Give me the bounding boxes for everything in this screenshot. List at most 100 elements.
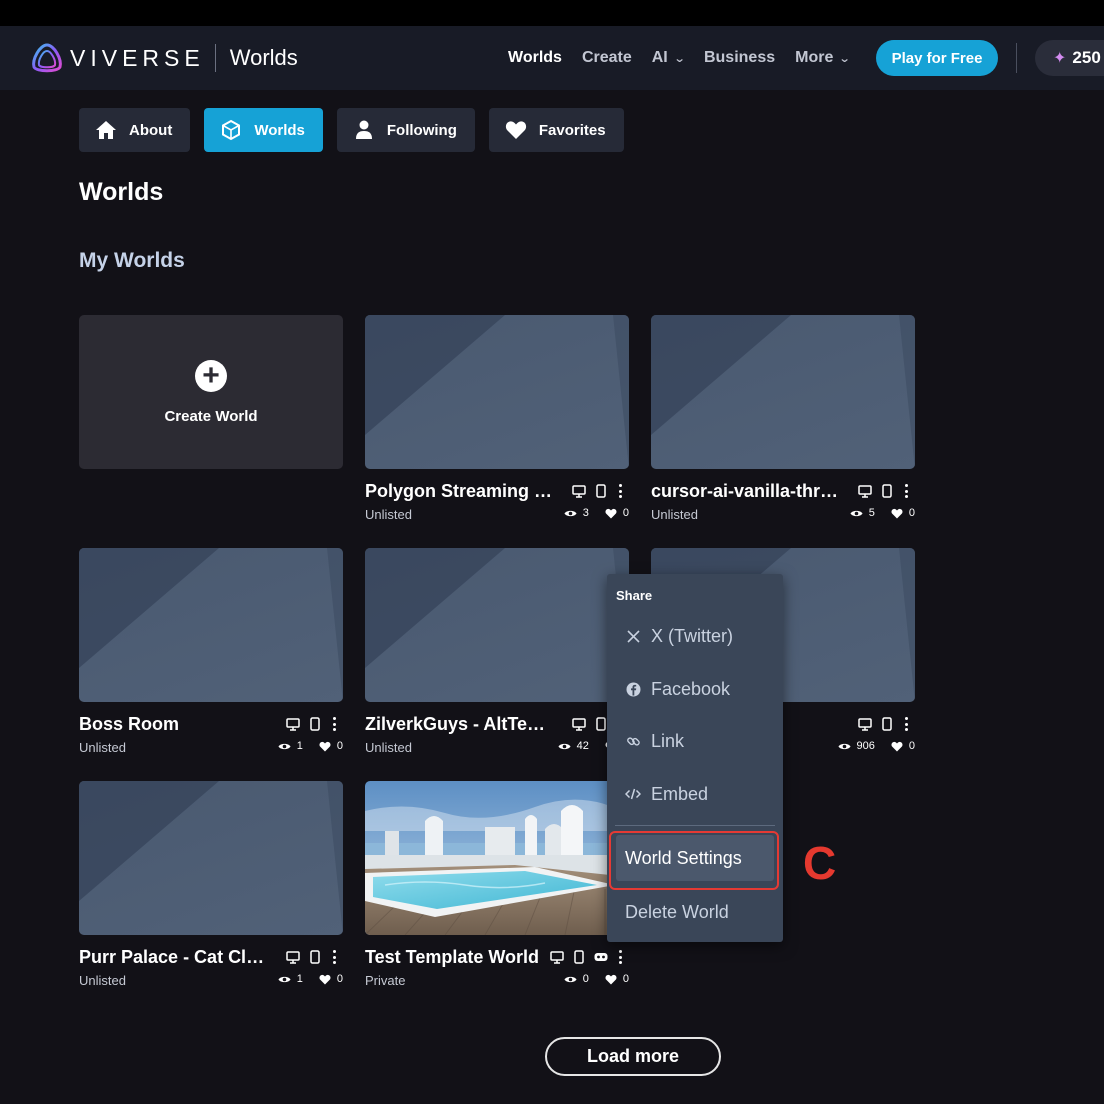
eye-icon [278, 743, 291, 749]
heart-icon [891, 508, 903, 518]
heart-icon [319, 974, 331, 984]
heart-icon [605, 974, 617, 984]
desktop-icon [571, 483, 587, 499]
delete-world-menu-item[interactable]: Delete World [625, 892, 729, 932]
desktop-icon [571, 716, 587, 732]
create-world-card[interactable]: + Create World [79, 315, 343, 469]
world-thumbnail[interactable] [79, 781, 343, 935]
load-more-button[interactable]: Load more [545, 1037, 721, 1076]
world-title[interactable]: Boss Room [79, 714, 269, 735]
tab-about-label: About [129, 121, 173, 139]
more-options-icon[interactable] [901, 716, 911, 732]
more-options-icon[interactable] [901, 483, 911, 499]
page-title: Worlds [79, 178, 164, 206]
section-title: My Worlds [79, 249, 185, 272]
more-options-icon[interactable] [329, 949, 339, 965]
logo-text: VIVERSE [70, 44, 205, 71]
link-icon [625, 733, 641, 749]
world-thumbnail[interactable] [651, 315, 915, 469]
eye-icon [278, 976, 291, 982]
world-title[interactable]: Polygon Streaming C... [365, 481, 555, 502]
world-card[interactable]: Boss Room Unlisted 1 0 [79, 548, 343, 756]
views-stat: 42 [558, 740, 589, 752]
tab-following[interactable]: Following [336, 108, 475, 152]
world-card[interactable]: cursor-ai-vanilla-thre... Unlisted 5 0 [651, 315, 915, 523]
viverse-logo-icon [32, 43, 62, 73]
world-card[interactable]: ZilverkGuys - AltTester Unlisted 42 0 [365, 548, 629, 756]
tab-favorites[interactable]: Favorites [488, 108, 624, 152]
likes-stat: 0 [605, 507, 629, 519]
eye-icon [564, 510, 577, 516]
share-embed[interactable]: Embed [607, 774, 783, 814]
world-title[interactable]: cursor-ai-vanilla-thre... [651, 481, 841, 502]
sparkle-icon: ✦ [1053, 50, 1067, 67]
credits-badge[interactable]: ✦ 250 [1035, 40, 1104, 76]
world-title[interactable]: Test Template World [365, 947, 540, 968]
views-count: 42 [576, 740, 589, 752]
heart-icon [319, 741, 331, 751]
facebook-icon [625, 681, 641, 697]
nav-business-label: Business [703, 49, 776, 66]
share-link-label: Link [651, 730, 685, 751]
tab-favorites-label: Favorites [538, 121, 606, 139]
heart-icon [505, 119, 527, 141]
person-icon [353, 119, 375, 141]
likes-stat: 0 [891, 740, 915, 752]
eye-icon [838, 743, 851, 749]
tab-worlds[interactable]: Worlds [204, 108, 323, 152]
share-x-twitter[interactable]: X (Twitter) [607, 616, 783, 656]
more-options-icon[interactable] [615, 483, 625, 499]
world-card[interactable]: Polygon Streaming C... Unlisted 3 0 [365, 315, 629, 523]
world-card[interactable]: Purr Palace - Cat Clic... Unlisted 1 0 [79, 781, 343, 989]
mobile-icon [571, 949, 587, 965]
views-stat: 3 [564, 507, 589, 519]
home-icon [95, 119, 117, 141]
mobile-icon [307, 949, 323, 965]
views-stat: 5 [850, 507, 875, 519]
share-facebook-label: Facebook [651, 678, 731, 699]
more-options-icon[interactable] [615, 949, 625, 965]
views-count: 0 [582, 973, 589, 985]
nav-more-label: More [795, 49, 834, 66]
profile-tabs: About Worlds Following Favorites [79, 108, 638, 152]
mobile-icon [879, 716, 895, 732]
nav-worlds-label: Worlds [508, 49, 562, 66]
more-options-icon[interactable] [329, 716, 339, 732]
chevron-down-icon: ⌄ [673, 52, 686, 65]
viverse-logo[interactable]: VIVERSE Worlds [30, 43, 298, 73]
share-facebook[interactable]: Facebook [607, 669, 783, 709]
world-title[interactable]: ZilverkGuys - AltTester [365, 714, 555, 735]
world-thumbnail[interactable] [365, 315, 629, 469]
nav-business[interactable]: Business [704, 49, 775, 67]
world-card[interactable]: Test Template World Private 0 0 [365, 781, 629, 989]
world-thumbnail[interactable] [365, 548, 629, 702]
world-status: Unlisted [79, 973, 126, 988]
world-status: Unlisted [651, 507, 698, 522]
nav-more[interactable]: More ⌄ [795, 49, 851, 67]
world-thumbnail[interactable] [79, 548, 343, 702]
eye-icon [558, 743, 571, 749]
nav-create[interactable]: Create [582, 49, 632, 67]
play-for-free-button[interactable]: Play for Free [876, 40, 998, 76]
desktop-icon [857, 483, 873, 499]
nav-ai[interactable]: AI ⌄ [651, 49, 686, 67]
likes-stat: 0 [319, 973, 343, 985]
views-count: 1 [296, 740, 303, 752]
tab-about[interactable]: About [79, 108, 191, 152]
desktop-icon [857, 716, 873, 732]
logo-divider [214, 44, 216, 72]
views-count: 5 [868, 507, 875, 519]
world-title[interactable]: Purr Palace - Cat Clic... [79, 947, 269, 968]
share-link[interactable]: Link [607, 721, 783, 761]
nav-worlds[interactable]: Worlds [508, 49, 562, 67]
pool-scene-image [365, 781, 629, 935]
annotation-label: C [803, 837, 837, 889]
highlight-box [609, 831, 779, 890]
world-thumbnail[interactable] [365, 781, 629, 935]
mobile-icon [879, 483, 895, 499]
views-stat: 1 [278, 740, 303, 752]
views-stat: 0 [564, 973, 589, 985]
nav-ai-label: AI [651, 49, 668, 66]
likes-count: 0 [336, 973, 343, 985]
eye-icon [564, 976, 577, 982]
